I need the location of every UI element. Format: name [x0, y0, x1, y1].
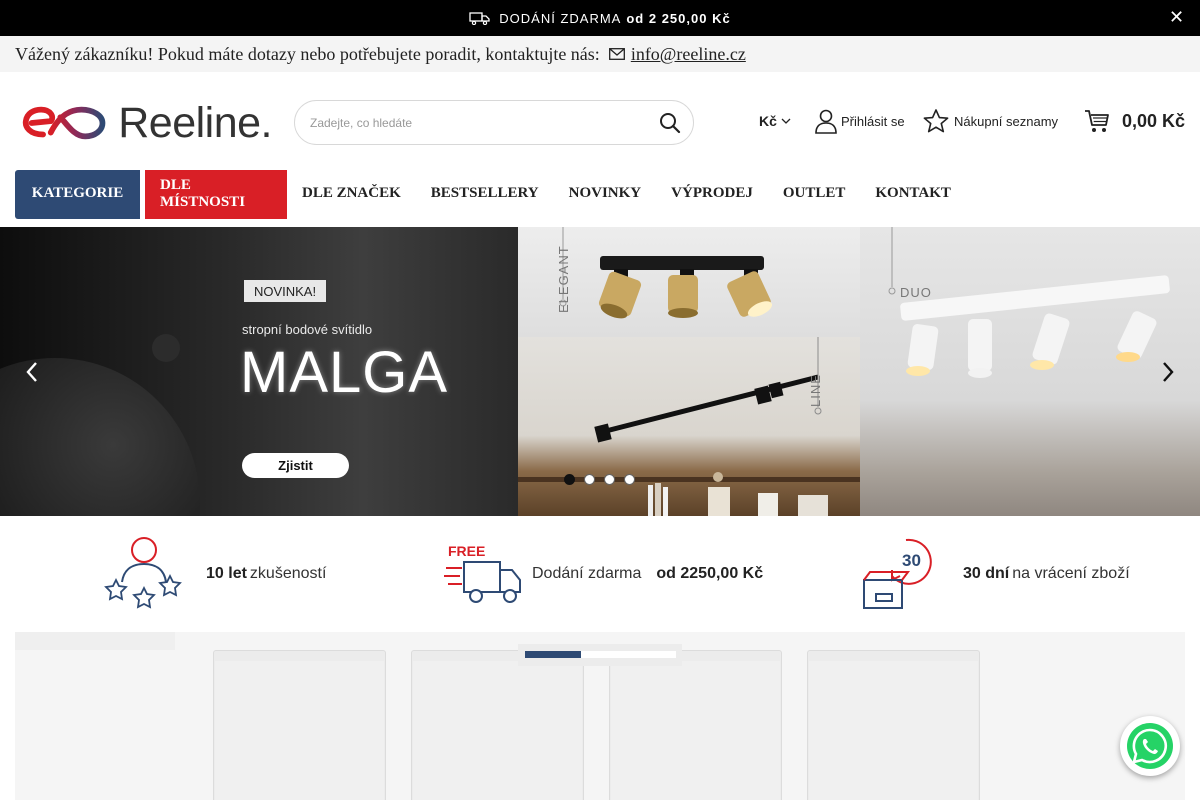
- mail-icon: [608, 48, 625, 60]
- search-icon[interactable]: [659, 112, 681, 134]
- close-icon[interactable]: ✕: [1168, 7, 1186, 27]
- search-input[interactable]: [295, 101, 625, 144]
- login-link[interactable]: Přihlásit se: [814, 108, 905, 134]
- scroll-progress-fill: [525, 651, 581, 658]
- logo[interactable]: Reeline.: [22, 98, 272, 147]
- returns-text: na vrácení zboží: [1012, 565, 1130, 582]
- contact-text: Vážený zákazníku! Pokud máte dotazy nebo…: [15, 43, 600, 64]
- benefit-shipping: FREE Dodání zdarma od 2250,00 Kč: [444, 540, 766, 608]
- currency-label: Kč: [759, 113, 777, 129]
- star-icon: [923, 109, 949, 133]
- carousel-dots: [564, 474, 644, 485]
- returns-bold: 30 dní: [963, 565, 1010, 582]
- nav-item-outlet[interactable]: OUTLET: [768, 170, 861, 219]
- promo-bar: DODÁNÍ ZDARMA od 2 250,00 Kč ✕: [0, 0, 1200, 36]
- product-card-placeholder[interactable]: [213, 650, 386, 800]
- contact-bar: Vážený zákazníku! Pokud máte dotazy nebo…: [0, 36, 1200, 72]
- return-number: 30: [902, 551, 921, 570]
- benefit-experience: 10 let zkušeností: [104, 536, 326, 612]
- decor-ball: [152, 334, 180, 362]
- shopping-lists-label: Nákupní seznamy: [954, 113, 1059, 129]
- banner-cta-button[interactable]: Zjistit: [242, 453, 349, 478]
- nav-item-kontakt[interactable]: KONTAKT: [860, 170, 966, 219]
- scroll-progress[interactable]: [518, 644, 682, 666]
- product-card-placeholder[interactable]: [807, 650, 980, 800]
- banner-title: MALGA: [240, 340, 449, 405]
- logo-text: Reeline.: [118, 98, 272, 147]
- benefit-returns: 30 30 dní na vrácení zboží: [862, 536, 1130, 612]
- carousel-dot-4[interactable]: [624, 474, 635, 485]
- shopping-lists-link[interactable]: Nákupní seznamy: [922, 108, 1058, 134]
- cart-total: 0,00 Kč: [1122, 110, 1186, 131]
- nav-item-bestsellery[interactable]: BESTSELLERY: [416, 170, 554, 219]
- banner-line-image: LINE: [518, 337, 860, 516]
- nav-item-kategorie[interactable]: KATEGORIE: [15, 170, 140, 219]
- cart-button[interactable]: 0,00 Kč: [1084, 109, 1185, 133]
- nav-item-novinky[interactable]: NOVINKY: [554, 170, 657, 219]
- scroll-progress-track: [525, 651, 676, 658]
- chevron-left-icon[interactable]: [24, 360, 40, 384]
- whatsapp-icon: [1127, 723, 1173, 769]
- return-box-icon: 30: [863, 538, 932, 609]
- banner-subtitle: stropní bodové svítidlo: [242, 322, 373, 337]
- nav-item-dle-znacek[interactable]: DLE ZNAČEK: [287, 170, 416, 219]
- logo-mark-icon: [22, 106, 106, 140]
- whatsapp-chat-button[interactable]: [1120, 716, 1180, 776]
- search-box: [294, 100, 694, 145]
- cart-icon: [1085, 110, 1109, 132]
- free-label: FREE: [448, 543, 485, 559]
- new-badge: NOVINKA!: [244, 280, 326, 302]
- free-delivery-truck-icon: FREE: [444, 543, 521, 603]
- benefits-strip: 10 let zkušeností FREE Dodání zdarma od …: [0, 516, 1200, 632]
- banner-duo-image: DUO: [860, 227, 1200, 516]
- chevron-right-icon[interactable]: [1160, 360, 1176, 384]
- label-line: LINE: [808, 374, 823, 407]
- login-label: Přihlásit se: [841, 113, 905, 129]
- carousel-dot-1[interactable]: [564, 474, 575, 485]
- label-elegant: ELEGANT: [556, 245, 571, 313]
- banner-promo-panel: NOVINKA! stropní bodové svítidlo MALGA Z…: [0, 227, 518, 516]
- carousel-dot-3[interactable]: [604, 474, 615, 485]
- shipping-text: Dodání zdarma: [532, 565, 642, 582]
- main-nav: KATEGORIE DLE MÍSTNOSTI DLE ZNAČEK BESTS…: [15, 170, 966, 219]
- promo-lead: DODÁNÍ ZDARMA: [499, 10, 622, 26]
- experience-stars-icon: [104, 537, 182, 609]
- contact-email-link[interactable]: info@reeline.cz: [631, 44, 746, 65]
- experience-bold: 10 let: [206, 565, 247, 582]
- spotlight-white-image: [888, 227, 1170, 378]
- user-icon: [815, 109, 837, 134]
- section-tab-placeholder: [15, 632, 175, 650]
- nav-item-vyprodej[interactable]: VÝPRODEJ: [656, 170, 768, 219]
- track-light-image: [518, 337, 860, 516]
- hero-carousel[interactable]: NOVINKA! stropní bodové svítidlo MALGA Z…: [0, 227, 1200, 516]
- product-card-placeholder[interactable]: [609, 650, 782, 800]
- carousel-dot-2[interactable]: [584, 474, 595, 485]
- label-duo: DUO: [900, 285, 932, 300]
- site-header: Reeline. Kč Přihlásit se Nákupní seznamy: [0, 72, 1200, 170]
- product-card-placeholder[interactable]: [411, 650, 584, 800]
- chevron-down-icon: [781, 118, 791, 124]
- truck-icon: [469, 12, 490, 25]
- shipping-bold: od 2250,00 Kč: [656, 565, 764, 582]
- product-section: [15, 632, 1185, 800]
- nav-item-dle-mistnosti[interactable]: DLE MÍSTNOSTI: [145, 170, 287, 219]
- banner-elegant-image: ELEGANT: [518, 227, 860, 337]
- experience-text: zkušeností: [249, 565, 327, 582]
- currency-selector[interactable]: Kč: [759, 113, 791, 129]
- promo-amount: od 2 250,00 Kč: [626, 10, 731, 26]
